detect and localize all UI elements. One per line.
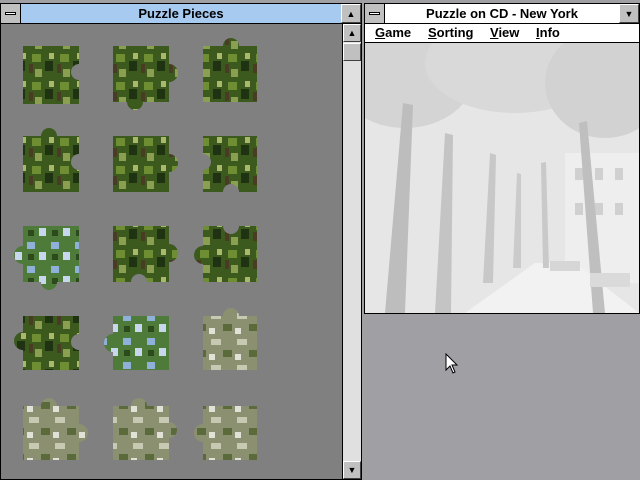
system-menu-icon[interactable] [365,4,385,23]
pieces-titlebar[interactable]: Puzzle Pieces ▲ [1,4,361,24]
menu-info[interactable]: Info [536,25,560,40]
pieces-svg [14,38,257,460]
preview-svg [365,43,639,313]
menu-sorting-label: orting [436,25,474,40]
maximize-arrow-icon[interactable]: ▼ [619,4,639,23]
puzzle-piece-14[interactable] [113,398,177,460]
puzzle-window: Puzzle on CD - New York ▼ Game Sorting V… [364,3,640,314]
puzzle-piece-9[interactable] [194,226,257,282]
menu-view[interactable]: View [490,25,519,40]
puzzle-piece-8[interactable] [113,226,178,282]
menu-sorting[interactable]: Sorting [428,25,474,40]
menu-game-mnemonic: G [375,25,386,40]
puzzle-piece-4[interactable] [23,128,79,192]
puzzle-menubar: Game Sorting View Info [365,24,639,43]
scroll-up-arrow-icon[interactable]: ▲ [343,24,361,42]
puzzle-pieces-window: Puzzle Pieces ▲ ▲ ▼ [0,3,362,480]
puzzle-piece-15[interactable] [194,406,257,460]
menu-info-label: nfo [539,25,560,40]
puzzle-piece-7[interactable] [14,226,79,290]
system-menu-icon[interactable] [1,4,21,23]
puzzle-piece-3[interactable] [203,38,257,102]
scroll-down-arrow-icon[interactable]: ▼ [343,461,361,479]
puzzle-preview-image[interactable] [365,43,639,313]
pieces-vertical-scrollbar[interactable]: ▲ ▼ [342,24,361,479]
puzzle-piece-11[interactable] [104,316,169,370]
puzzle-window-title: Puzzle on CD - New York [426,6,578,21]
puzzle-piece-5[interactable] [113,136,178,192]
scroll-thumb[interactable] [343,43,361,61]
arrow-cursor-icon [445,353,459,374]
maximize-arrow-icon[interactable]: ▲ [341,4,361,23]
pieces-area [1,24,342,479]
puzzle-piece-13[interactable] [23,398,88,460]
puzzle-piece-6[interactable] [203,136,257,192]
puzzle-piece-12[interactable] [203,308,257,370]
menu-game[interactable]: Game [375,25,411,40]
pieces-window-title: Puzzle Pieces [138,6,224,21]
menu-sorting-mnemonic: S [428,25,437,40]
puzzle-piece-1[interactable] [23,46,79,104]
menu-game-label: ame [385,25,412,40]
menu-view-label: iew [498,25,520,40]
puzzle-piece-2[interactable] [113,46,178,110]
puzzle-titlebar[interactable]: Puzzle on CD - New York ▼ [365,4,639,24]
puzzle-piece-10[interactable] [14,316,79,370]
